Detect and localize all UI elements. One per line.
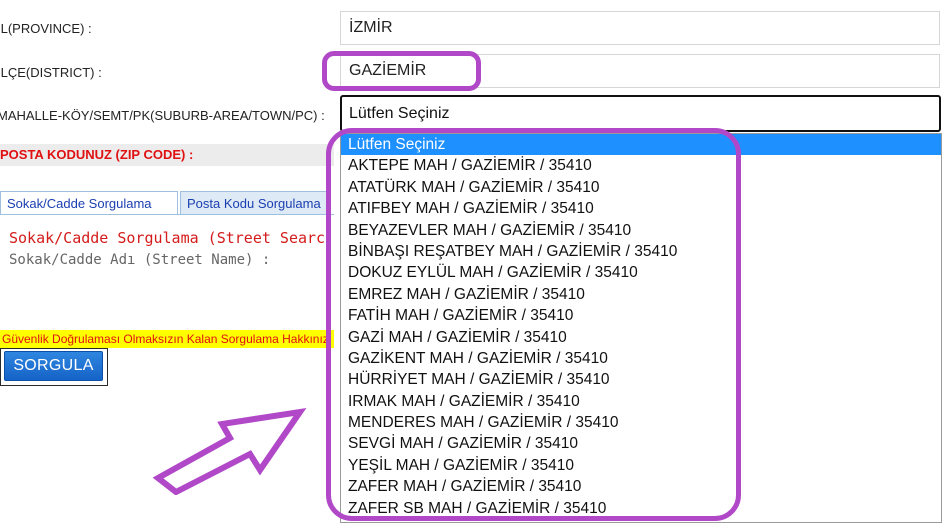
dropdown-highlight <box>326 128 741 521</box>
district-highlight <box>322 51 481 91</box>
province-field[interactable]: İZMİR <box>340 11 940 45</box>
tab-panel-border <box>0 214 334 215</box>
street-search-title: Sokak/Cadde Sorgulama (Street Search) <box>9 229 331 247</box>
tab-zip-search[interactable]: Posta Kodu Sorgulama <box>180 191 330 215</box>
district-label: İLÇE(DISTRICT) : <box>0 65 102 80</box>
annotation-arrow-icon <box>152 407 307 495</box>
tab-street-search[interactable]: Sokak/Cadde Sorgulama <box>0 191 178 215</box>
zip-code-label: POSTA KODUNUZ (ZIP CODE) : <box>0 144 334 166</box>
province-label: İL(PROVINCE) : <box>0 21 92 36</box>
query-button[interactable]: SORGULA <box>4 351 103 381</box>
suburb-select[interactable]: Lütfen Seçiniz <box>340 95 941 132</box>
street-name-label: Sokak/Cadde Adı (Street Name) : <box>9 252 271 268</box>
suburb-label: MAHALLE-KÖY/SEMT/PK(SUBURB-AREA/TOWN/PC)… <box>0 108 325 123</box>
security-notice: Güvenlik Doğrulaması Olmaksızın Kalan So… <box>0 330 334 348</box>
